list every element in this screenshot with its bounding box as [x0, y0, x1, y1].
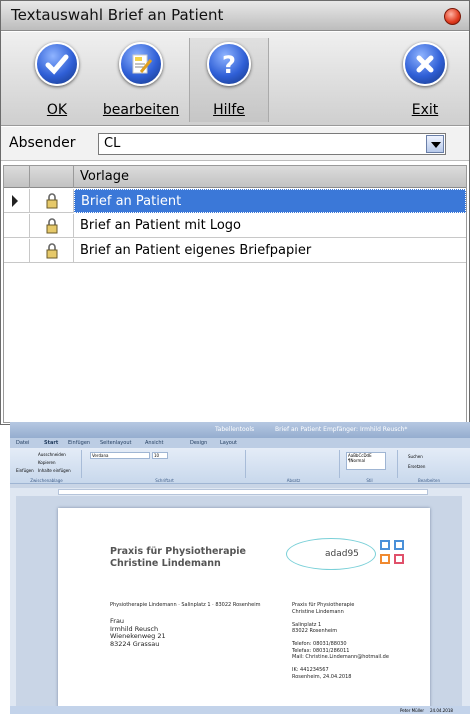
- sender-label: Absender: [9, 135, 76, 151]
- help-label: Hilfe: [213, 102, 245, 118]
- group-label: Absatz: [286, 478, 301, 483]
- help-button[interactable]: ? Hilfe: [189, 38, 269, 122]
- tab-layout[interactable]: Layout: [220, 440, 237, 446]
- group-label: Zwischenablage: [30, 478, 63, 483]
- practice-logo: adad95: [286, 538, 376, 570]
- paste-button[interactable]: Einfügen: [16, 468, 34, 473]
- lock-icon: [46, 243, 58, 259]
- style-name: ¶Normal: [348, 458, 366, 463]
- edit-label: bearbeiten: [102, 102, 180, 118]
- row-label: Brief an Patient eigenes Briefpapier: [80, 243, 312, 258]
- edit-button[interactable]: bearbeiten: [97, 38, 185, 122]
- edit-document-icon: [119, 42, 163, 86]
- horizontal-ruler[interactable]: [10, 488, 470, 496]
- vertical-ruler: [10, 496, 16, 708]
- status-date: 24.04.2018: [430, 708, 453, 713]
- ok-label: OK: [46, 102, 68, 118]
- template-grid: Vorlage Brief an Patient Brief an Patien…: [3, 165, 467, 423]
- logo-text: adad95: [325, 549, 359, 559]
- styles-group: AaBbCcDdE ¶Normal Stil: [342, 450, 398, 483]
- table-row[interactable]: Brief an Patient eigenes Briefpapier: [4, 239, 466, 263]
- text-selection-dialog: Textauswahl Brief an Patient OK bearbeit…: [0, 0, 470, 425]
- status-bar: Peter Müller 24.04.2018: [10, 706, 470, 714]
- sender-line: Physiotherapie Lindemann · Salinplatz 1 …: [110, 602, 261, 608]
- toolbar: OK bearbeiten ? Hilfe Exit: [1, 32, 469, 126]
- tab-view[interactable]: Ansicht: [145, 440, 163, 446]
- question-mark-icon: ?: [207, 42, 251, 86]
- paste-content-button[interactable]: Inhalte einfügen: [38, 468, 71, 473]
- word-title-bar: Tabellentools Brief an Patient Empfänger…: [10, 422, 470, 438]
- cut-button[interactable]: Ausschneiden: [38, 452, 66, 457]
- lock-icon: [46, 218, 58, 234]
- font-size-box[interactable]: 10: [152, 452, 168, 459]
- replace-button[interactable]: Ersetzen: [408, 464, 425, 469]
- table-row[interactable]: Brief an Patient: [4, 189, 466, 213]
- lock-icon: [46, 193, 58, 209]
- ribbon-tabs: Datei Start Einfügen Seitenlayout Ansich…: [10, 438, 470, 448]
- row-indicator: [4, 189, 30, 213]
- paragraph-group: Absatz: [248, 450, 340, 483]
- sender-value: CL: [104, 136, 121, 151]
- sender-select[interactable]: CL: [98, 133, 446, 155]
- row-label: Brief an Patient: [74, 189, 466, 213]
- vertical-scrollbar[interactable]: [462, 488, 470, 708]
- practice-contact-block: Praxis für Physiotherapie Christine Lind…: [292, 602, 389, 680]
- x-icon: [403, 42, 447, 86]
- style-gallery[interactable]: AaBbCcDdE ¶Normal: [346, 452, 386, 470]
- header-template[interactable]: Vorlage: [74, 166, 466, 188]
- recipient-address: Frau Irmhild Reusch Wienekenweg 21 83224…: [110, 617, 166, 648]
- title-bar: Textauswahl Brief an Patient: [1, 1, 469, 31]
- copy-button[interactable]: Kopieren: [38, 460, 56, 465]
- tab-file[interactable]: Datei: [16, 440, 29, 446]
- chevron-down-icon[interactable]: [426, 135, 444, 153]
- checkmark-icon: [35, 42, 79, 86]
- word-window: Tabellentools Brief an Patient Empfänger…: [10, 422, 470, 714]
- header-icon-col: [30, 166, 74, 188]
- document-page[interactable]: Praxis für Physiotherapie Christine Lind…: [58, 508, 430, 710]
- tab-start[interactable]: Start: [44, 440, 58, 446]
- letterhead-title: Praxis für Physiotherapie Christine Lind…: [110, 546, 246, 569]
- ok-button[interactable]: OK: [17, 38, 97, 122]
- grid-header: Vorlage: [4, 166, 466, 188]
- close-icon[interactable]: [444, 8, 461, 25]
- exit-button[interactable]: Exit: [385, 38, 465, 122]
- clipboard-group: Einfügen Ausschneiden Kopieren Inhalte e…: [12, 450, 82, 483]
- header-indicator: [4, 166, 30, 188]
- word-title: Brief an Patient Empfänger: Irmhild Reus…: [275, 426, 408, 433]
- group-label: Schriftart: [155, 478, 174, 483]
- search-button[interactable]: Suchen: [408, 454, 423, 459]
- contextual-tab-label: Tabellentools: [215, 426, 255, 433]
- table-row[interactable]: Brief an Patient mit Logo: [4, 214, 466, 238]
- tab-page-layout[interactable]: Seitenlayout: [100, 440, 131, 446]
- svg-text:?: ?: [222, 51, 236, 78]
- exit-label: Exit: [411, 102, 439, 118]
- font-group: Verdana 10 Schriftart: [84, 450, 246, 483]
- group-label: Stil: [366, 478, 373, 483]
- ribbon: Einfügen Ausschneiden Kopieren Inhalte e…: [10, 448, 470, 484]
- dialog-title: Textauswahl Brief an Patient: [11, 6, 224, 24]
- row-pointer-icon: [12, 195, 18, 207]
- status-user: Peter Müller: [400, 708, 424, 713]
- tab-insert[interactable]: Einfügen: [68, 440, 90, 446]
- font-name-box[interactable]: Verdana: [90, 452, 150, 459]
- tab-design[interactable]: Design: [190, 440, 207, 446]
- editing-group: Suchen Ersetzen Bearbeiten: [400, 450, 458, 483]
- group-label: Bearbeiten: [418, 478, 440, 483]
- sender-row: Absender CL: [1, 127, 469, 161]
- row-label: Brief an Patient mit Logo: [80, 218, 241, 233]
